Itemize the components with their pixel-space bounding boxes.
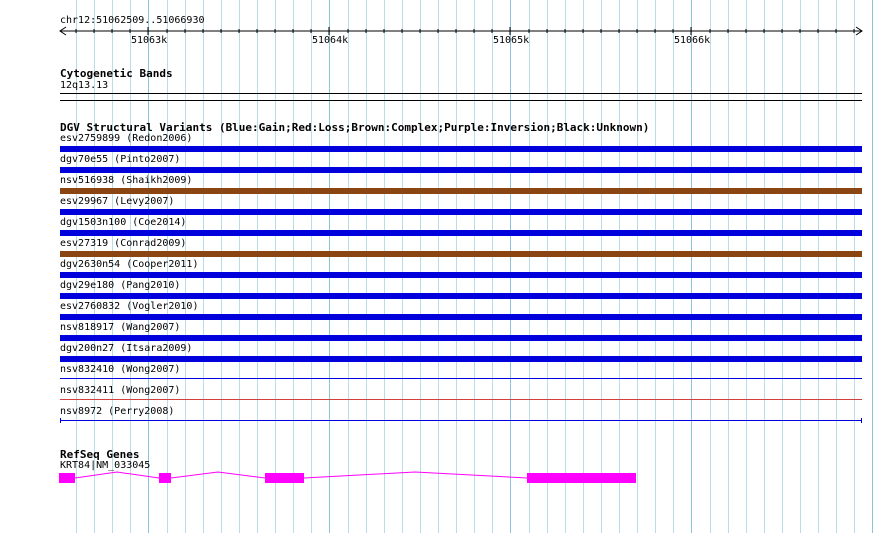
gene-exon[interactable] <box>265 473 304 483</box>
gene-model[interactable] <box>0 0 890 533</box>
gene-intron <box>74 471 160 479</box>
gene-intron <box>303 471 528 479</box>
genome-browser-view: chr12:51062509..51066930 51063k 51064k 5… <box>0 0 890 533</box>
gene-exon[interactable] <box>159 473 171 483</box>
gene-exon[interactable] <box>527 473 636 483</box>
gene-exon[interactable] <box>59 473 75 483</box>
gene-intron <box>170 471 266 479</box>
